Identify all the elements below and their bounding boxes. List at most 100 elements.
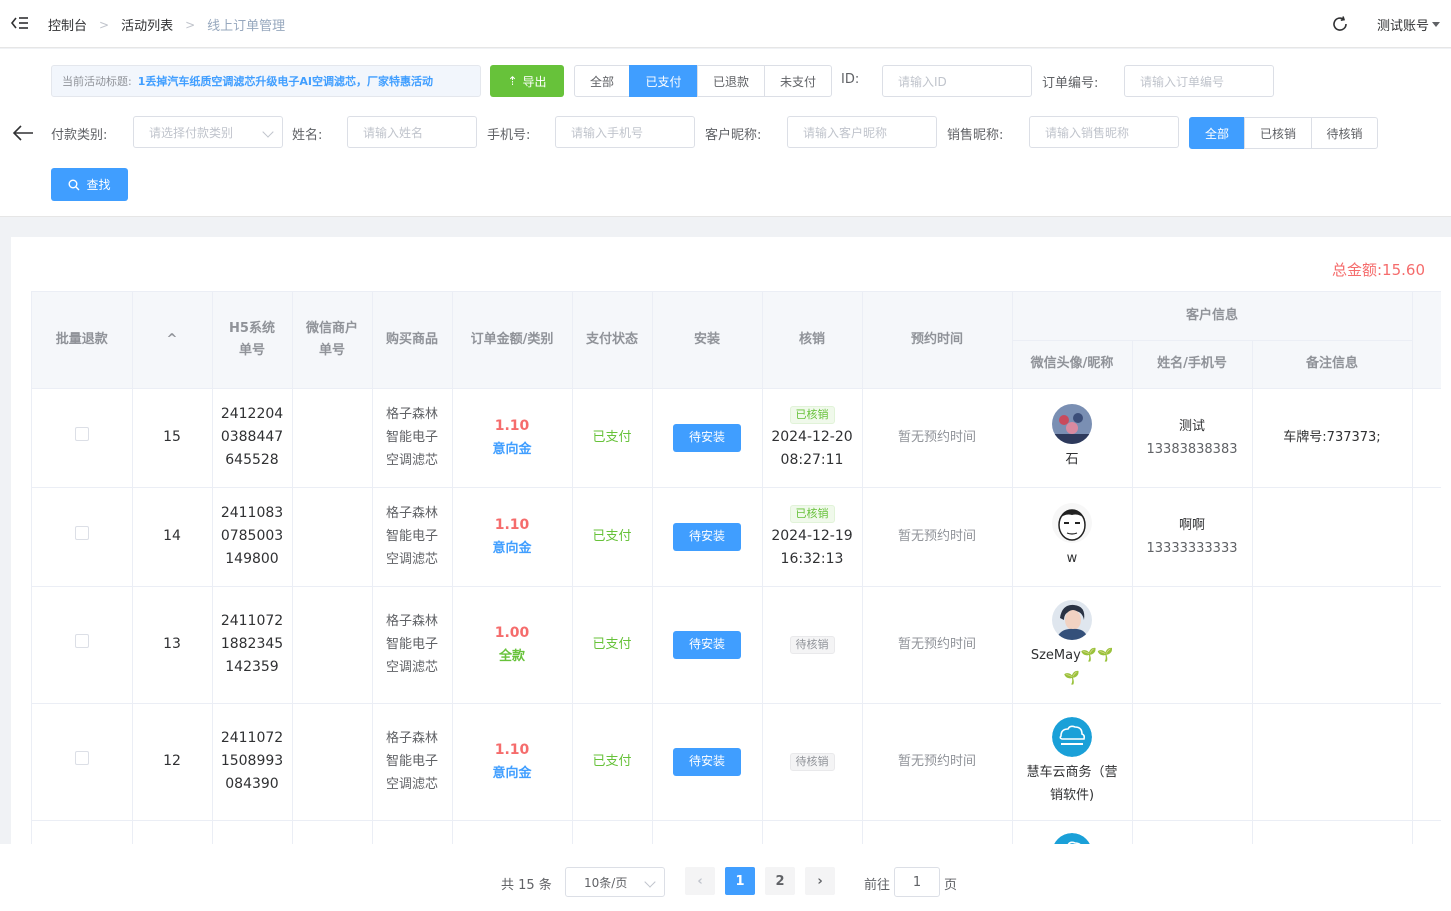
row-checkbox[interactable]	[74, 634, 89, 648]
install-button[interactable]: 待安装	[673, 630, 741, 659]
h5-line: 645528	[225, 452, 279, 468]
install-button[interactable]: 待安装	[673, 423, 741, 452]
tab-pay-all[interactable]: 全部	[574, 65, 630, 97]
row-product: 格子森林 智能电子 空调滤芯	[372, 388, 453, 488]
verify-time: 16:32:13	[780, 551, 844, 567]
tab-verify-all[interactable]: 全部	[1189, 117, 1245, 149]
chevron-right-icon: >	[99, 17, 110, 32]
customer-nick-input[interactable]: 请输入客户昵称	[787, 116, 937, 148]
product-line: 智能电子	[385, 529, 438, 544]
name-input[interactable]: 请输入姓名	[347, 116, 477, 148]
h5-line: 0388447	[220, 429, 284, 445]
row-install-cell: 待安装	[652, 586, 763, 704]
order-no-input[interactable]: 请输入订单编号	[1124, 65, 1274, 97]
page-button-1[interactable]: 1	[725, 867, 755, 895]
row-checkbox[interactable]	[74, 751, 89, 765]
chevron-down-icon	[262, 126, 274, 138]
page-button-2[interactable]: 2	[765, 867, 795, 895]
customer-nick-label: 客户昵称:	[705, 128, 762, 143]
next-page-button[interactable]: ›	[805, 867, 835, 895]
col-verify: 核销	[762, 292, 863, 389]
menu-collapse-icon[interactable]	[10, 13, 30, 33]
row-checkbox[interactable]	[74, 427, 89, 441]
col-appointment: 预约时间	[862, 292, 1013, 389]
row-verify: 已核销 2024-12-20 08:27:11	[762, 388, 863, 488]
wx-nickname: 石	[1065, 452, 1079, 467]
account-menu[interactable]: 测试账号	[1377, 15, 1441, 34]
col-remark: 备注信息	[1252, 340, 1413, 389]
breadcrumb-dashboard[interactable]: 控制台	[48, 15, 87, 34]
product-line: 格子森林	[385, 407, 438, 422]
sales-nick-label: 销售昵称:	[947, 128, 1004, 143]
goto-page-input[interactable]: 1	[894, 867, 940, 897]
activity-title-label: 当前活动标题:	[62, 75, 132, 88]
row-checkbox[interactable]	[74, 526, 89, 540]
h5-line: 084390	[225, 776, 279, 792]
row-name-phone: 啊啊 13333333333	[1132, 487, 1253, 587]
breadcrumb: 控制台 > 活动列表 > 线上订单管理	[48, 15, 285, 35]
breadcrumb-activity-list[interactable]: 活动列表	[121, 15, 173, 34]
tab-pay-refunded[interactable]: 已退款	[697, 65, 765, 97]
col-h5-order-line2: 单号	[238, 342, 265, 358]
h5-line: 1508993	[220, 753, 284, 769]
row-remark	[1252, 487, 1413, 587]
id-label: ID:	[841, 72, 860, 87]
product-line: 智能电子	[385, 430, 438, 445]
table-row: 13 2411072 1882345 142359 格子森林 智能电子 空调滤芯	[32, 586, 1441, 704]
row-checkbox-cell	[32, 487, 133, 587]
tab-verify-done[interactable]: 已核销	[1244, 117, 1312, 149]
row-id: 14	[132, 487, 213, 587]
row-overflow	[1412, 703, 1441, 821]
export-button[interactable]: ⇡ 导出	[490, 65, 564, 97]
top-bar: 控制台 > 活动列表 > 线上订单管理 测试账号	[0, 0, 1451, 48]
row-checkbox-cell	[32, 586, 133, 704]
goto-page-suffix: 页	[944, 878, 958, 893]
page-size-select[interactable]: 10条/页	[565, 867, 665, 897]
search-button[interactable]: 查找	[51, 168, 128, 201]
order-amount: 1.00	[494, 624, 530, 641]
row-remark	[1252, 703, 1413, 821]
install-button[interactable]: 待安装	[673, 522, 741, 551]
chevron-down-icon	[644, 876, 656, 888]
row-pay-status: 已支付	[572, 487, 653, 587]
sales-nick-input[interactable]: 请输入销售昵称	[1029, 116, 1179, 148]
row-wx-avatar: SzeMay🌱🌱 🌱	[1012, 586, 1133, 704]
table-row	[32, 820, 1441, 844]
tab-pay-unpaid[interactable]: 未支付	[764, 65, 832, 97]
row-wx-avatar	[1012, 820, 1133, 844]
back-arrow-icon[interactable]	[12, 124, 34, 142]
cartoon-face-avatar	[1052, 503, 1092, 543]
col-h5-order: H5系统 单号	[212, 292, 293, 389]
order-type: 全款	[498, 648, 525, 664]
id-input[interactable]: 请输入ID	[882, 65, 1032, 97]
verify-date: 2024-12-20	[771, 429, 853, 445]
product-line: 空调滤芯	[385, 777, 438, 792]
wx-nickname-line2: 🌱	[1063, 670, 1081, 686]
col-name-phone: 姓名/手机号	[1132, 340, 1253, 389]
phone-input[interactable]: 请输入手机号	[555, 116, 695, 148]
col-pay-status: 支付状态	[572, 292, 653, 389]
tab-pay-paid[interactable]: 已支付	[629, 65, 698, 97]
wx-nickname-line2: 销软件)	[1049, 787, 1095, 803]
pay-type-select[interactable]: 请选择付款类别	[133, 116, 283, 148]
install-button[interactable]: 待安装	[673, 747, 741, 776]
orders-table[interactable]: 批量退款 ^ H5系统 单号 微信商户 单号 购买商品 订单金额/类别 支付状态	[31, 291, 1441, 844]
refresh-icon[interactable]	[1331, 15, 1349, 33]
export-label: 导出	[522, 74, 547, 89]
h5-line: 1882345	[220, 636, 284, 652]
row-install-cell: 待安装	[652, 388, 763, 488]
col-sort[interactable]: ^	[132, 292, 213, 389]
row-wx-avatar: 石	[1012, 388, 1133, 488]
row-product: 格子森林 智能电子 空调滤芯	[372, 586, 453, 704]
tab-verify-pending[interactable]: 待核销	[1311, 117, 1378, 149]
order-list-card: 总金额:15.60 批量退款 ^ H5系统 单号 微信商户 单号 购买商品 订单…	[11, 237, 1451, 844]
row-install-cell: 待安装	[652, 703, 763, 821]
row-overflow	[1412, 487, 1441, 587]
table-row: 12 2411072 1508993 084390 格子森林 智能电子 空调滤芯	[32, 703, 1441, 821]
h5-line: 0785003	[220, 528, 284, 544]
row-remark	[1252, 586, 1413, 704]
search-label: 查找	[86, 178, 111, 192]
prev-page-button[interactable]: ‹	[685, 867, 715, 895]
row-install-cell: 待安装	[652, 487, 763, 587]
pay-type-placeholder: 请选择付款类别	[149, 125, 234, 140]
